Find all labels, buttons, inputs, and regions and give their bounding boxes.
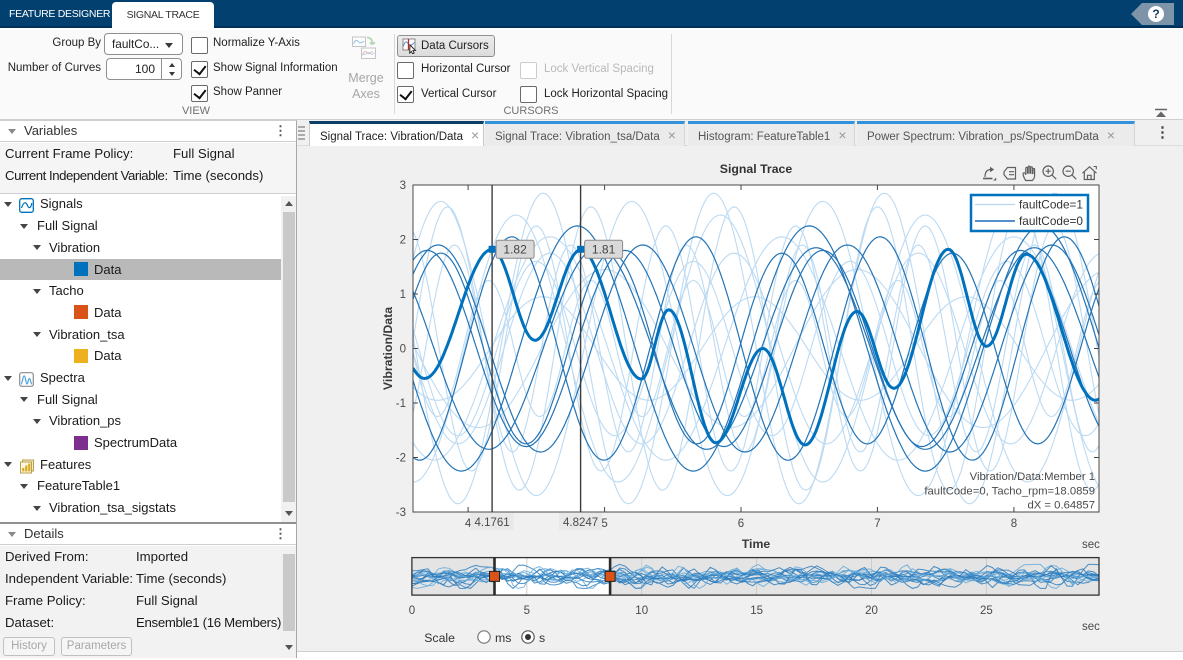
svg-text:s: s: [539, 631, 545, 645]
svg-text:5: 5: [601, 518, 607, 530]
svg-text:faultCode=0, Tacho_rpm=18.0859: faultCode=0, Tacho_rpm=18.0859: [924, 486, 1095, 498]
svg-text:1.81: 1.81: [592, 242, 616, 256]
svg-text:faultCode=1: faultCode=1: [1019, 198, 1083, 212]
svg-text:sec: sec: [1082, 539, 1100, 551]
svg-text:sec: sec: [1082, 621, 1100, 633]
svg-text:0: 0: [400, 344, 406, 356]
svg-text:4.8247: 4.8247: [563, 517, 598, 529]
svg-text:8: 8: [1011, 518, 1017, 530]
svg-text:25: 25: [980, 605, 993, 617]
svg-text:1: 1: [400, 289, 406, 301]
svg-text:20: 20: [865, 605, 878, 617]
svg-text:Vibration/Data: Vibration/Data: [381, 307, 395, 390]
svg-text:Signal Trace: Signal Trace: [720, 162, 793, 176]
svg-text:7: 7: [874, 518, 880, 530]
svg-text:2: 2: [400, 235, 406, 247]
svg-text:10: 10: [635, 605, 648, 617]
svg-text:-2: -2: [396, 453, 406, 465]
svg-text:6: 6: [738, 518, 744, 530]
svg-text:1.82: 1.82: [503, 242, 527, 256]
svg-text:4.1761: 4.1761: [475, 517, 510, 529]
svg-text:Time: Time: [742, 537, 771, 551]
svg-text:ms: ms: [495, 631, 511, 645]
svg-text:-3: -3: [396, 507, 406, 519]
svg-text:0: 0: [409, 605, 415, 617]
svg-text:faultCode=0: faultCode=0: [1019, 214, 1083, 228]
svg-text:Vibration/Data:Member 1: Vibration/Data:Member 1: [970, 471, 1095, 483]
svg-text:dX = 0.64857: dX = 0.64857: [1027, 500, 1095, 512]
svg-text:15: 15: [750, 605, 763, 617]
svg-text:5: 5: [524, 605, 530, 617]
svg-text:-1: -1: [396, 398, 406, 410]
svg-text:Scale: Scale: [424, 631, 455, 645]
svg-text:3: 3: [400, 180, 406, 192]
